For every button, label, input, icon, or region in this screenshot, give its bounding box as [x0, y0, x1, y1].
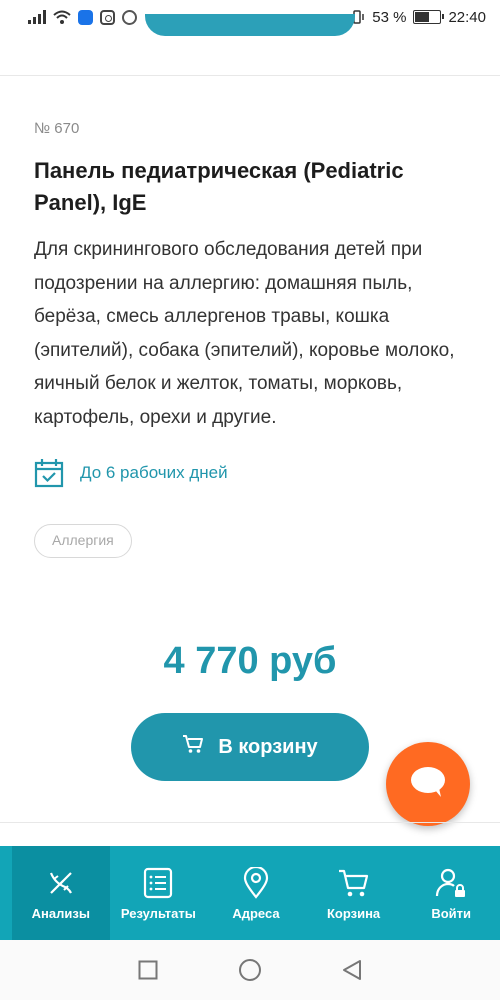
- nav-item-login[interactable]: Войти: [402, 846, 500, 940]
- status-left: [28, 9, 137, 25]
- nav-padding: [0, 846, 12, 940]
- divider: [0, 75, 500, 76]
- nav-label: Корзина: [326, 905, 381, 921]
- product-card: № 670 Панель педиатрическая (Pediatric P…: [34, 120, 464, 558]
- turnaround-row: До 6 рабочих дней: [34, 458, 464, 488]
- divider: [0, 822, 500, 823]
- chat-button[interactable]: [386, 742, 470, 826]
- product-title[interactable]: Панель педиатрическая (Pediatric Panel),…: [34, 155, 464, 219]
- app-ring-icon: [122, 9, 137, 25]
- nav-item-cart[interactable]: Корзина: [305, 846, 403, 940]
- turnaround-text: До 6 рабочих дней: [80, 463, 228, 482]
- nav-label: Анализы: [31, 905, 90, 921]
- nav-label: Адреса: [232, 905, 280, 921]
- nav-label: Войти: [431, 905, 472, 921]
- cart-icon: [337, 866, 371, 900]
- clock: 22:40: [448, 8, 486, 26]
- map-pin-icon: [239, 866, 273, 900]
- system-navigation-bar: [0, 940, 500, 1000]
- previous-cart-button[interactable]: [145, 14, 355, 36]
- add-to-cart-label: В корзину: [218, 735, 318, 758]
- battery-fill: [415, 12, 430, 22]
- home-icon[interactable]: [238, 958, 262, 982]
- user-lock-icon: [434, 866, 468, 900]
- nav-item-tests[interactable]: Анализы: [12, 846, 110, 940]
- recent-apps-icon[interactable]: [136, 958, 160, 982]
- price: 4 770 руб: [163, 640, 337, 682]
- signal-icon: [28, 10, 46, 24]
- category-tag[interactable]: Аллергия: [34, 524, 132, 558]
- bottom-navigation: Анализы Результаты Адреса Корзина Войти: [0, 846, 500, 940]
- instagram-icon: [100, 9, 115, 25]
- app-notification-icon: [78, 9, 93, 25]
- cart-icon: [182, 734, 204, 760]
- list-icon: [141, 866, 175, 900]
- nav-label: Результаты: [120, 905, 196, 921]
- wifi-icon: [53, 10, 71, 24]
- status-right: 53 % 22:40: [349, 9, 486, 26]
- product-description: Для скринингового обследования детей при…: [34, 239, 455, 428]
- calendar-check-icon: [34, 458, 64, 488]
- back-icon[interactable]: [340, 958, 364, 982]
- add-to-cart-button[interactable]: В корзину: [131, 713, 369, 781]
- battery-percent: 53 %: [372, 8, 407, 26]
- chat-bubble-icon: [408, 764, 448, 805]
- nav-item-results[interactable]: Результаты: [110, 846, 208, 940]
- nav-item-addresses[interactable]: Адреса: [207, 846, 305, 940]
- dna-icon: [44, 866, 78, 900]
- product-number: № 670: [34, 120, 80, 137]
- battery-icon: [413, 10, 445, 24]
